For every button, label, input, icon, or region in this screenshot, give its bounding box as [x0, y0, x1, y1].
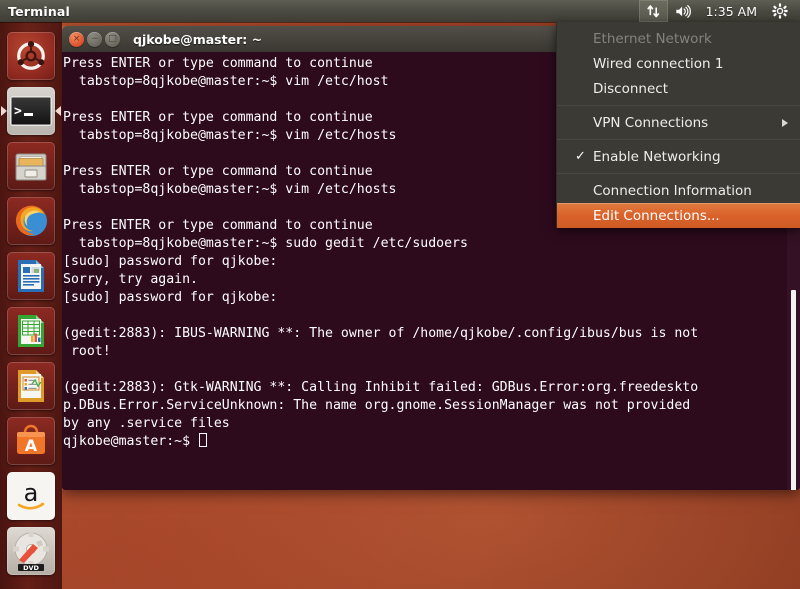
svg-text:a: a	[24, 479, 39, 507]
terminal-scrollbar-thumb[interactable]	[791, 290, 796, 490]
volume-icon	[675, 4, 691, 18]
menu-separator	[557, 105, 800, 106]
libreoffice-calc-icon	[7, 307, 55, 355]
gear-icon	[772, 3, 788, 19]
panel-clock[interactable]: 1:35 AM	[698, 4, 765, 19]
launcher-item-amazon[interactable]: a	[7, 472, 55, 520]
ubuntu-dash-icon	[7, 32, 55, 80]
terminal-icon: >	[7, 87, 55, 135]
launcher-item-libreoffice-calc[interactable]	[7, 307, 55, 355]
desktop-screen: Terminal 1:35 AM > A a DVD × − □ qjkobe@…	[0, 0, 800, 589]
menu-item-edit-connections[interactable]: Edit Connections...	[557, 203, 800, 228]
software-center-icon: A	[7, 417, 55, 465]
panel-app-title[interactable]: Terminal	[0, 4, 70, 19]
checkmark-icon: ✓	[575, 149, 586, 164]
menu-item-connection-information[interactable]: Connection Information	[557, 178, 800, 203]
focused-indicator-right	[55, 106, 61, 116]
menu-item-vpn-connections[interactable]: VPN Connections	[557, 110, 800, 135]
top-panel: Terminal 1:35 AM	[0, 0, 800, 22]
menu-item-label: Disconnect	[593, 80, 668, 97]
panel-indicators: 1:35 AM	[638, 0, 800, 22]
unity-launcher: > A a DVD	[0, 22, 62, 589]
menu-item-enable-networking[interactable]: ✓ Enable Networking	[557, 144, 800, 169]
libreoffice-writer-icon	[7, 252, 55, 300]
menu-separator	[557, 173, 800, 174]
chevron-right-icon	[782, 118, 788, 127]
window-minimize-button[interactable]: −	[87, 31, 102, 47]
launcher-item-ubuntu-software-center[interactable]: A	[7, 417, 55, 465]
network-indicator-button[interactable]	[638, 0, 668, 22]
session-indicator-button[interactable]	[765, 0, 795, 22]
files-icon	[7, 142, 55, 190]
menu-item-label: Wired connection 1	[593, 55, 724, 72]
launcher-item-ubuntu-dash[interactable]	[7, 32, 55, 80]
svg-text:DVD: DVD	[23, 564, 39, 572]
volume-indicator-button[interactable]	[668, 0, 698, 22]
menu-separator	[557, 139, 800, 140]
menu-item-label: Enable Networking	[593, 148, 721, 165]
menu-item-label: Ethernet Network	[593, 30, 712, 47]
launcher-item-libreoffice-writer[interactable]	[7, 252, 55, 300]
launcher-item-terminal[interactable]: >	[1, 87, 61, 135]
launcher-item-system-settings[interactable]: DVD	[7, 527, 55, 575]
system-settings-icon: DVD	[7, 527, 55, 575]
firefox-icon	[7, 197, 55, 245]
menu-item-label: VPN Connections	[593, 114, 709, 131]
launcher-item-files[interactable]	[7, 142, 55, 190]
launcher-item-libreoffice-impress[interactable]	[7, 362, 55, 410]
menu-item-wired-connection-1[interactable]: Wired connection 1	[557, 51, 800, 76]
svg-text:A: A	[25, 436, 38, 455]
network-updown-icon	[646, 4, 659, 17]
terminal-cursor	[198, 433, 207, 447]
network-indicator-menu: Ethernet Network Wired connection 1 Disc…	[556, 22, 800, 228]
libreoffice-impress-icon	[7, 362, 55, 410]
menu-item-label: Connection Information	[593, 182, 752, 199]
terminal-title: qjkobe@master: ~	[133, 31, 263, 47]
menu-item-ethernet-network: Ethernet Network	[557, 26, 800, 51]
terminal-prompt: qjkobe@master:~$	[63, 434, 198, 449]
window-maximize-button[interactable]: □	[105, 31, 120, 47]
menu-item-label: Edit Connections...	[593, 207, 720, 224]
menu-item-disconnect[interactable]: Disconnect	[557, 76, 800, 101]
amazon-icon: a	[7, 472, 55, 520]
window-close-button[interactable]: ×	[69, 31, 84, 47]
launcher-item-firefox[interactable]	[7, 197, 55, 245]
